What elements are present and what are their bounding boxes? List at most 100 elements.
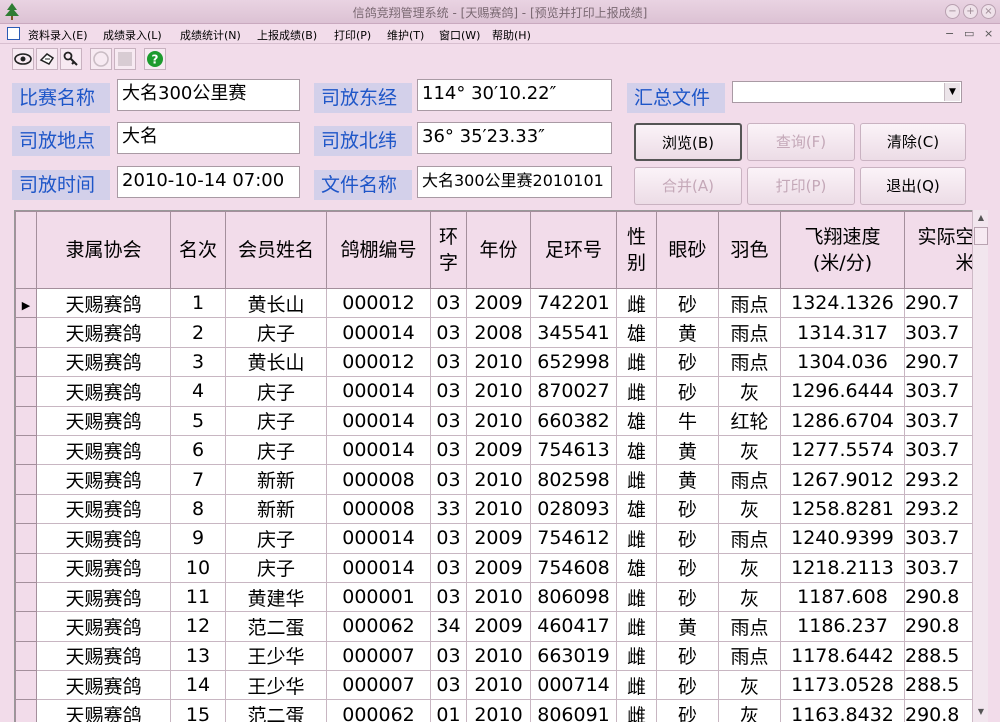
col-header-year[interactable]: 年份 xyxy=(466,211,531,289)
cell-loft[interactable]: 000014 xyxy=(326,552,431,583)
cell-ring-char[interactable]: 03 xyxy=(430,464,467,495)
cell-color[interactable]: 雨点 xyxy=(718,287,781,319)
cell-year[interactable]: 2009 xyxy=(466,523,531,554)
table-row[interactable]: 天赐赛鸽 2 庆子 000014 03 2008 345541 雄黄雨点 1314.317 303… xyxy=(15,317,972,348)
cell-rank[interactable]: 1 xyxy=(170,287,226,319)
cell-year[interactable]: 2009 xyxy=(466,434,531,466)
cell-rank[interactable]: 11 xyxy=(170,581,226,613)
results-grid[interactable]: 隶属协会 名次 会员姓名 鸽棚编号 环字 年份 足环号 性别 眼砂 羽色 飞翔速… xyxy=(14,210,972,722)
cell-rank[interactable]: 15 xyxy=(170,699,226,722)
row-indicator[interactable] xyxy=(15,376,37,407)
cell-eye[interactable]: 砂 xyxy=(656,699,719,722)
vertical-scrollbar[interactable]: ▲ ▼ xyxy=(972,210,988,722)
cell-assoc[interactable]: 天赐赛鸽 xyxy=(36,376,171,407)
col-header-ring-no[interactable]: 足环号 xyxy=(530,211,617,289)
cell-distance[interactable]: 290.8 xyxy=(904,611,972,642)
release-place-field[interactable]: 大名 xyxy=(117,122,300,154)
cell-distance[interactable]: 290.7 xyxy=(904,287,972,319)
cell-sex[interactable]: 雄 xyxy=(616,434,657,466)
cell-distance[interactable]: 303.7 xyxy=(904,434,972,466)
cell-rank[interactable]: 4 xyxy=(170,376,226,407)
cell-assoc[interactable]: 天赐赛鸽 xyxy=(36,346,171,378)
cell-ring-char[interactable]: 03 xyxy=(430,405,467,436)
cell-member[interactable]: 庆子 xyxy=(225,405,327,436)
row-indicator[interactable] xyxy=(15,493,37,525)
cell-ring-char[interactable]: 34 xyxy=(430,611,467,642)
cell-ring-char[interactable]: 03 xyxy=(430,376,467,407)
col-header-distance[interactable]: 实际空距千米 xyxy=(904,211,972,289)
cell-distance[interactable]: 303.7 xyxy=(904,317,972,348)
table-row[interactable]: 天赐赛鸽 10 庆子 000014 03 2009 754608 雄砂灰 1218.2113 30… xyxy=(15,552,972,583)
cell-eye[interactable]: 砂 xyxy=(656,640,719,672)
cell-year[interactable]: 2010 xyxy=(466,376,531,407)
cell-speed[interactable]: 1173.0528 xyxy=(780,670,905,701)
cell-year[interactable]: 2010 xyxy=(466,346,531,378)
cell-rank[interactable]: 9 xyxy=(170,523,226,554)
cell-rank[interactable]: 13 xyxy=(170,640,226,672)
cell-year[interactable]: 2009 xyxy=(466,611,531,642)
cell-ring-no[interactable]: 802598 xyxy=(530,464,617,495)
mdi-minimize-button[interactable]: − xyxy=(945,27,954,40)
table-row[interactable]: 天赐赛鸽 8 新新 000008 33 2010 028093 雄砂灰 1258.8281 293… xyxy=(15,493,972,525)
scroll-down-icon[interactable]: ▼ xyxy=(973,704,989,720)
col-header-rank[interactable]: 名次 xyxy=(170,211,226,289)
cell-year[interactable]: 2010 xyxy=(466,493,531,525)
col-header-loft[interactable]: 鸽棚编号 xyxy=(326,211,431,289)
cell-sex[interactable]: 雌 xyxy=(616,670,657,701)
cell-loft[interactable]: 000007 xyxy=(326,640,431,672)
cell-ring-char[interactable]: 03 xyxy=(430,523,467,554)
cell-sex[interactable]: 雌 xyxy=(616,581,657,613)
cell-ring-char[interactable]: 03 xyxy=(430,346,467,378)
cell-loft[interactable]: 000014 xyxy=(326,317,431,348)
row-indicator[interactable] xyxy=(15,640,37,672)
cell-speed[interactable]: 1178.6442 xyxy=(780,640,905,672)
cell-loft[interactable]: 000008 xyxy=(326,464,431,495)
cell-color[interactable]: 雨点 xyxy=(718,640,781,672)
cell-year[interactable]: 2010 xyxy=(466,405,531,436)
cell-color[interactable]: 灰 xyxy=(718,552,781,583)
cell-year[interactable]: 2009 xyxy=(466,552,531,583)
cell-rank[interactable]: 14 xyxy=(170,670,226,701)
cell-year[interactable]: 2009 xyxy=(466,287,531,319)
row-indicator[interactable] xyxy=(15,670,37,701)
cell-distance[interactable]: 303.7 xyxy=(904,523,972,554)
cell-assoc[interactable]: 天赐赛鸽 xyxy=(36,287,171,319)
minimize-button[interactable]: − xyxy=(945,4,960,19)
cell-ring-no[interactable]: 754613 xyxy=(530,434,617,466)
menu-help[interactable]: 帮助(H) xyxy=(492,27,531,43)
cell-loft[interactable]: 000014 xyxy=(326,434,431,466)
cell-sex[interactable]: 雌 xyxy=(616,611,657,642)
cell-ring-char[interactable]: 03 xyxy=(430,287,467,319)
table-row[interactable]: 天赐赛鸽 12 范二蛋 000062 34 2009 460417 雌黄雨点 1186.237 2… xyxy=(15,611,972,642)
help-icon[interactable]: ? xyxy=(144,48,166,70)
cell-sex[interactable]: 雌 xyxy=(616,346,657,378)
cell-ring-no[interactable]: 660382 xyxy=(530,405,617,436)
cell-loft[interactable]: 000014 xyxy=(326,405,431,436)
clear-button[interactable]: 清除(C) xyxy=(860,123,966,161)
cell-speed[interactable]: 1218.2113 xyxy=(780,552,905,583)
cell-speed[interactable]: 1267.9012 xyxy=(780,464,905,495)
row-indicator[interactable] xyxy=(15,523,37,554)
cell-color[interactable]: 红轮 xyxy=(718,405,781,436)
cell-ring-no[interactable]: 806091 xyxy=(530,699,617,722)
row-indicator[interactable] xyxy=(15,346,37,378)
cell-color[interactable]: 雨点 xyxy=(718,464,781,495)
cell-assoc[interactable]: 天赐赛鸽 xyxy=(36,699,171,722)
cell-member[interactable]: 庆子 xyxy=(225,317,327,348)
cell-speed[interactable]: 1314.317 xyxy=(780,317,905,348)
chevron-down-icon[interactable]: ▼ xyxy=(944,83,960,101)
exit-button[interactable]: 退出(Q) xyxy=(860,167,966,205)
cell-sex[interactable]: 雄 xyxy=(616,552,657,583)
cell-speed[interactable]: 1258.8281 xyxy=(780,493,905,525)
cell-eye[interactable]: 砂 xyxy=(656,581,719,613)
cell-eye[interactable]: 砂 xyxy=(656,346,719,378)
cell-ring-char[interactable]: 03 xyxy=(430,317,467,348)
cell-member[interactable]: 庆子 xyxy=(225,552,327,583)
cell-distance[interactable]: 290.8 xyxy=(904,581,972,613)
cell-distance[interactable]: 303.7 xyxy=(904,376,972,407)
cell-sex[interactable]: 雌 xyxy=(616,699,657,722)
cell-ring-no[interactable]: 000714 xyxy=(530,670,617,701)
eye-icon[interactable] xyxy=(12,48,34,70)
summary-file-select[interactable]: ▼ xyxy=(732,81,962,103)
row-indicator[interactable] xyxy=(15,434,37,466)
